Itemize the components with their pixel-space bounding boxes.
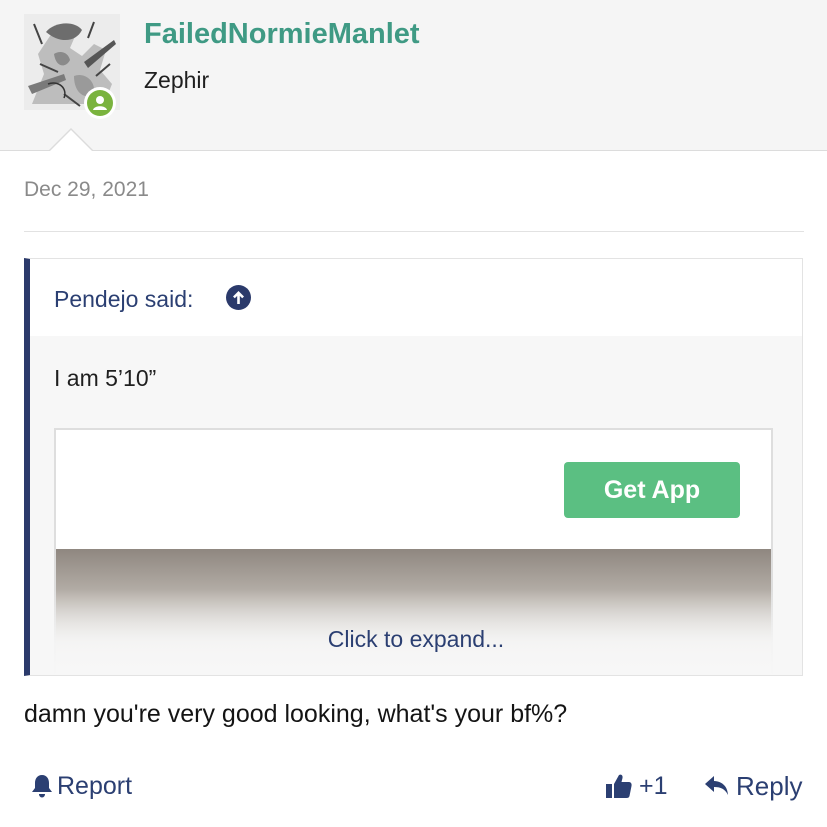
reply-arrow-icon xyxy=(705,776,728,795)
online-status-badge xyxy=(84,87,116,119)
get-app-button[interactable]: Get App xyxy=(564,462,740,518)
reply-label: Reply xyxy=(736,770,803,801)
quote-header: Pendejo said: xyxy=(30,259,802,336)
post-author-header: FailedNormieManlet Zephir xyxy=(0,0,827,151)
post-date-link[interactable]: Dec 29, 2021 xyxy=(24,178,149,202)
report-button[interactable]: Report xyxy=(30,769,132,803)
click-to-expand-link[interactable]: Click to expand... xyxy=(30,626,802,653)
reply-button[interactable]: Reply xyxy=(704,769,802,803)
thumbs-up-icon xyxy=(606,774,632,798)
reaction-count: +1 xyxy=(639,771,668,800)
user-title: Zephir xyxy=(144,67,210,93)
post-message: damn you're very good looking, what's yo… xyxy=(24,700,568,728)
quote-text: I am 5’10” xyxy=(54,365,157,391)
divider xyxy=(24,231,804,232)
arrow-up-circle-icon[interactable] xyxy=(226,285,251,310)
bell-icon xyxy=(32,775,52,798)
quote-author-link[interactable]: Pendejo said: xyxy=(54,286,193,313)
user-online-icon xyxy=(93,96,107,110)
reaction-summary[interactable]: +1 xyxy=(605,769,668,803)
quote-block: Pendejo said: I am 5’10” Get App Click t… xyxy=(24,258,803,676)
report-label: Report xyxy=(57,771,133,800)
username-link[interactable]: FailedNormieManlet xyxy=(144,18,420,51)
